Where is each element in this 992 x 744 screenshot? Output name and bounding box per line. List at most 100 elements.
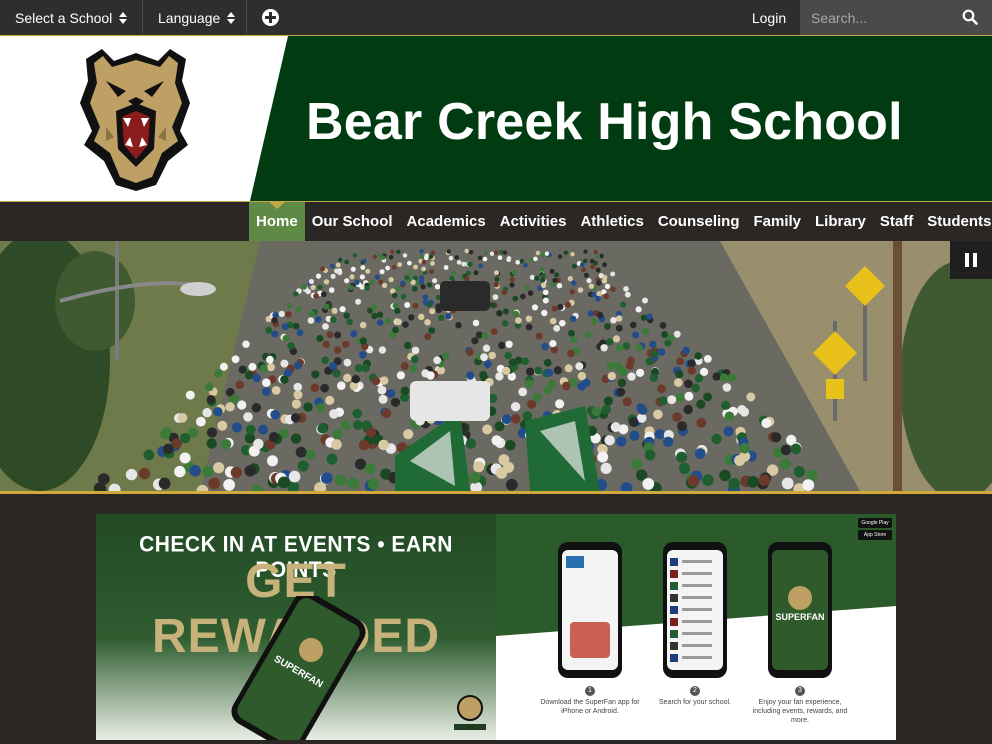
nav-item-counseling[interactable]: Counseling: [651, 202, 747, 241]
crowd-dot: [553, 366, 563, 375]
crowd-dot: [703, 392, 713, 402]
nav-item-home[interactable]: Home: [249, 201, 305, 241]
crowd-dot: [676, 451, 688, 463]
crowd-dot: [308, 278, 314, 285]
nav-item-our-school[interactable]: Our School: [305, 202, 400, 241]
nav-item-athletics[interactable]: Athletics: [573, 202, 650, 241]
select-school-dropdown[interactable]: Select a School: [0, 0, 143, 35]
crowd-dot: [290, 413, 301, 423]
language-dropdown[interactable]: Language: [143, 0, 247, 35]
crowd-dot: [438, 314, 445, 322]
crowd-dot: [361, 420, 372, 431]
crowd-dot: [388, 277, 394, 283]
crowd-dot: [365, 268, 371, 274]
nav-item-academics[interactable]: Academics: [400, 202, 493, 241]
login-link[interactable]: Login: [740, 0, 798, 35]
crowd-dot: [350, 330, 358, 338]
pause-icon: [965, 253, 969, 267]
crowd-dot: [422, 294, 429, 300]
crowd-dot: [390, 249, 395, 254]
crowd-dot: [162, 443, 174, 455]
crowd-dot: [640, 314, 648, 321]
crowd-dot: [138, 467, 151, 480]
crowd-dot: [607, 372, 616, 381]
crowd-dot: [315, 316, 322, 323]
google-play-badge[interactable]: Google Play: [858, 518, 892, 528]
crowd-dot: [353, 420, 363, 430]
nav-item-library[interactable]: Library: [808, 202, 873, 241]
crowd-dot: [584, 330, 592, 338]
crowd-dot: [230, 466, 243, 479]
crowd-dot: [424, 319, 431, 326]
crowd-dot: [377, 279, 384, 285]
crowd-dot: [483, 250, 489, 256]
nav-item-staff[interactable]: Staff: [873, 202, 920, 241]
crowd-dot: [143, 449, 155, 461]
search-input[interactable]: [800, 0, 950, 35]
crowd-dot: [268, 432, 280, 443]
crowd-dot: [451, 270, 457, 276]
crowd-dot: [278, 476, 290, 489]
list-row-text: [682, 656, 712, 659]
nav-item-students[interactable]: Students: [920, 202, 992, 241]
crowd-dot: [570, 336, 578, 344]
crowd-dot: [781, 477, 794, 490]
crowd-dot: [518, 387, 528, 397]
crowd-dot: [339, 306, 346, 313]
crowd-dot: [687, 475, 700, 487]
crowd-dot: [531, 304, 539, 311]
crowd-dot: [335, 262, 341, 268]
banner-left-panel: CHECK IN AT EVENTS • EARN POINTS GET REW…: [96, 514, 496, 740]
crowd-dot: [430, 250, 436, 255]
crowd-dot: [376, 311, 384, 318]
crowd-dot: [501, 320, 509, 327]
crowd-dot: [293, 382, 303, 392]
crowd-dot: [526, 367, 535, 376]
list-row-icon: [670, 654, 678, 662]
add-button[interactable]: [247, 0, 293, 35]
crowd-dot: [682, 346, 690, 355]
phone-illustration: SUPERFAN: [231, 596, 366, 740]
crowd-dot: [333, 346, 342, 354]
list-row-icon: [670, 582, 678, 590]
crowd-dot: [205, 382, 214, 392]
crowd-dot: [400, 280, 406, 286]
crowd-dot: [288, 470, 301, 483]
crowd-dot: [317, 423, 328, 434]
crowd-dot: [196, 416, 206, 427]
crowd-dot: [320, 383, 329, 393]
nav-item-activities[interactable]: Activities: [493, 202, 574, 241]
crowd-dot: [676, 357, 684, 366]
bear-logo[interactable]: [76, 41, 194, 191]
crowd-dot: [512, 295, 519, 302]
crowd-dot: [253, 438, 264, 450]
app-store-badge[interactable]: App Store: [858, 530, 892, 540]
crowd-dot: [675, 370, 684, 379]
crowd-dot: [624, 291, 631, 298]
crowd-dot: [524, 285, 530, 291]
crowd-dot: [505, 340, 513, 348]
crowd-dot: [519, 258, 525, 264]
crowd-dot: [540, 282, 547, 289]
crowd-dot: [429, 308, 436, 315]
crowd-dot: [408, 269, 414, 275]
crowd-dot: [419, 248, 424, 254]
crowd-dot: [179, 452, 191, 464]
search-button[interactable]: [962, 9, 978, 25]
crowd-dot: [412, 286, 418, 292]
crowd-dot: [691, 383, 700, 393]
school-name[interactable]: Bear Creek High School: [306, 92, 903, 152]
nav-item-family[interactable]: Family: [746, 202, 808, 241]
list-row-icon: [670, 606, 678, 614]
hero-slideshow-image[interactable]: [0, 241, 992, 491]
school-list-rows: [670, 558, 712, 662]
crowd-dot: [515, 260, 520, 265]
crowd-dot: [332, 429, 343, 440]
banner-right-panel: SUPERFAN Google Play App Store 1 Downloa…: [496, 514, 896, 740]
crowd-dot: [322, 323, 329, 330]
superfan-banner[interactable]: CHECK IN AT EVENTS • EARN POINTS GET REW…: [96, 514, 896, 740]
slideshow-pause-button[interactable]: [950, 241, 992, 279]
crowd-dot: [549, 340, 557, 348]
crowd-dot: [645, 357, 654, 366]
crowd-dot: [371, 312, 378, 320]
